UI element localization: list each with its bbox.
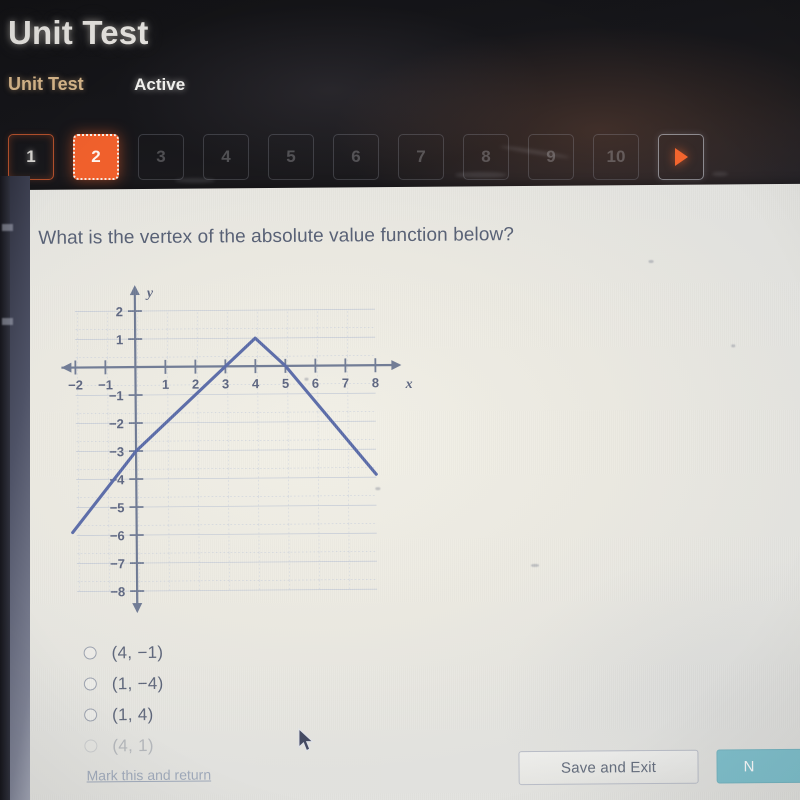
graph-x-axis-label: x — [404, 377, 412, 392]
radio-button-icon[interactable] — [83, 646, 97, 660]
svg-text:3: 3 — [222, 376, 229, 391]
app-header: Unit Test Unit Test Active 1 2 3 4 5 6 7… — [0, 0, 800, 196]
footer-actions: Save and Exit N — [518, 748, 800, 786]
graph-y-axis-label: y — [145, 286, 154, 301]
bezel-marking — [2, 224, 13, 231]
answer-option-label: (1, 4) — [112, 704, 154, 724]
radio-button-icon[interactable] — [84, 739, 98, 753]
mouse-cursor — [298, 728, 314, 752]
dust-speck — [648, 260, 654, 264]
save-and-exit-button[interactable]: Save and Exit — [518, 749, 699, 786]
assessment-name-label: Unit Test — [8, 74, 84, 94]
svg-text:−5: −5 — [110, 500, 125, 515]
pager-item-2[interactable]: 2 — [73, 134, 119, 180]
svg-text:2: 2 — [192, 377, 199, 392]
pager-next-button[interactable] — [658, 134, 704, 180]
photographed-screen: Unit Test Unit Test Active 1 2 3 4 5 6 7… — [0, 0, 800, 800]
question-page: What is the vertex of the absolute value… — [18, 183, 800, 800]
answer-option-4[interactable]: (4, 1) — [84, 730, 164, 762]
glare-smudge — [175, 178, 215, 183]
svg-text:4: 4 — [252, 376, 260, 391]
assessment-status-label: Active — [134, 75, 186, 94]
answer-options[interactable]: (4, −1) (1, −4) (1, 4) (4, 1) — [83, 637, 165, 762]
svg-text:5: 5 — [282, 376, 289, 391]
next-button[interactable]: N — [716, 748, 800, 784]
svg-text:−1: −1 — [109, 388, 124, 403]
page-title: Unit Test — [8, 14, 149, 51]
answer-option-label: (1, −4) — [111, 673, 164, 693]
pager-item-6[interactable]: 6 — [333, 134, 379, 180]
dust-speck — [731, 344, 736, 348]
question-prompt: What is the vertex of the absolute value… — [38, 224, 515, 249]
pager-item-10[interactable]: 10 — [593, 134, 639, 180]
absolute-value-graph: −2 −1 1 2 3 4 5 6 7 8 x 2 1 −1 −2 −3 −4 … — [47, 271, 430, 624]
screen-bezel-edge — [0, 176, 10, 800]
svg-text:−2: −2 — [68, 377, 83, 392]
answer-option-2[interactable]: (1, −4) — [83, 668, 164, 700]
svg-text:2: 2 — [116, 304, 123, 319]
pager-item-5[interactable]: 5 — [268, 134, 314, 180]
glare-smudge — [712, 172, 728, 176]
answer-option-label: (4, −1) — [111, 642, 164, 662]
svg-text:6: 6 — [312, 376, 319, 391]
graph-svg: −2 −1 1 2 3 4 5 6 7 8 x 2 1 −1 −2 −3 −4 … — [61, 285, 413, 614]
pager-item-7[interactable]: 7 — [398, 134, 444, 180]
radio-button-icon[interactable] — [83, 677, 97, 691]
bezel-marking — [2, 318, 13, 325]
svg-text:7: 7 — [342, 375, 349, 390]
pager-item-4[interactable]: 4 — [203, 134, 249, 180]
answer-option-1[interactable]: (4, −1) — [83, 637, 164, 669]
dust-speck — [530, 563, 539, 567]
dust-speck — [304, 377, 309, 381]
svg-text:−3: −3 — [109, 444, 124, 459]
answer-option-3[interactable]: (1, 4) — [84, 699, 164, 731]
assessment-subheader: Unit Test Active — [8, 74, 185, 95]
svg-text:−2: −2 — [109, 416, 124, 431]
svg-text:−8: −8 — [110, 584, 125, 599]
svg-text:1: 1 — [162, 377, 169, 392]
pager-item-3[interactable]: 3 — [138, 134, 184, 180]
answer-option-label: (4, 1) — [112, 735, 154, 755]
svg-text:−6: −6 — [110, 528, 125, 543]
radio-button-icon[interactable] — [84, 708, 98, 722]
question-pager[interactable]: 1 2 3 4 5 6 7 8 9 10 — [8, 134, 723, 180]
dust-speck — [375, 487, 381, 491]
mark-this-and-return-link[interactable]: Mark this and return — [87, 767, 212, 784]
svg-text:1: 1 — [116, 332, 123, 347]
play-triangle-icon — [674, 148, 688, 166]
pager-item-1[interactable]: 1 — [8, 134, 54, 180]
svg-text:8: 8 — [372, 375, 379, 390]
svg-text:−7: −7 — [110, 556, 125, 571]
glare-smudge — [455, 172, 507, 178]
